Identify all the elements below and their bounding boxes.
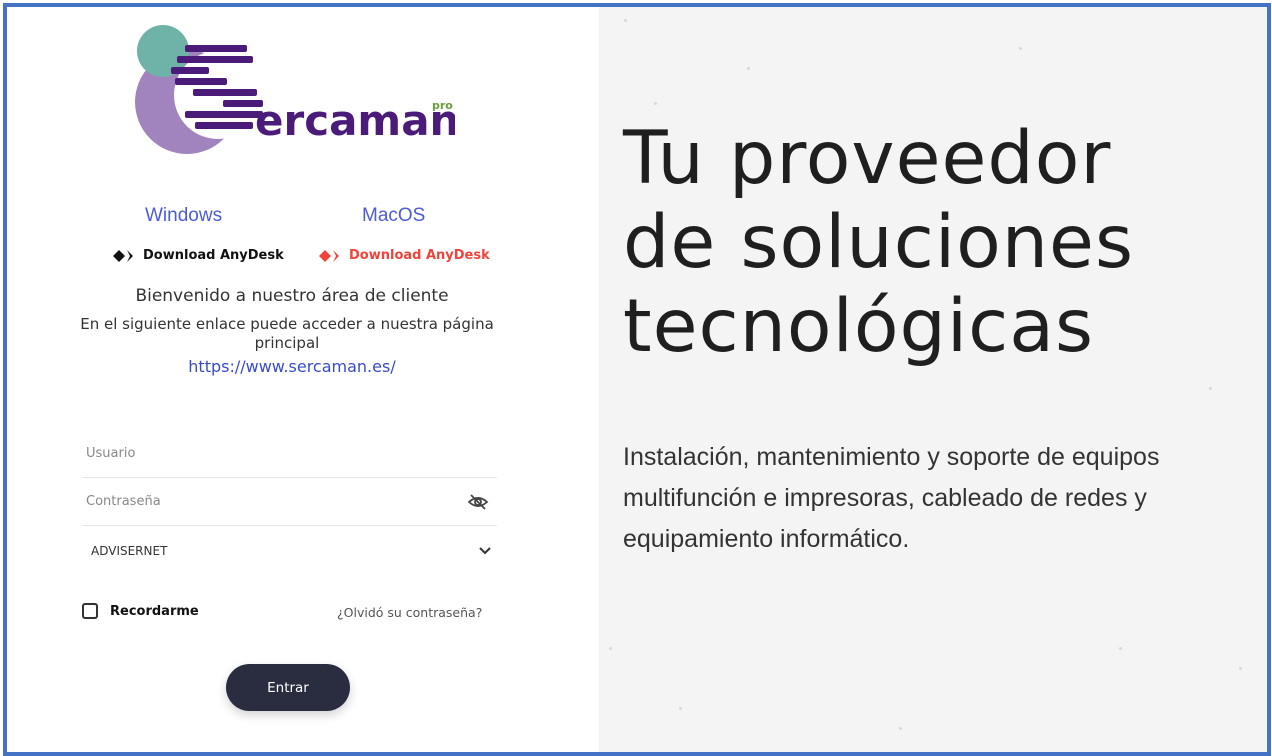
password-placeholder: Contraseña <box>86 494 161 509</box>
background-dot <box>1209 387 1212 390</box>
homepage-link[interactable]: https://www.sercaman.es/ <box>7 357 577 376</box>
background-dot <box>624 19 627 22</box>
password-input[interactable]: Contraseña <box>82 478 497 526</box>
company-selected-value: ADVISERNET <box>91 543 168 558</box>
background-dot <box>747 67 750 70</box>
chevron-down-icon <box>479 546 491 554</box>
page-frame: ercaman pro Windows MacOS Download AnyDe… <box>3 3 1271 756</box>
hero-line-3: tecnológicas <box>623 284 1095 369</box>
windows-download-text: Download AnyDesk <box>143 248 284 263</box>
background-dot <box>609 647 612 650</box>
welcome-subtitle: En el siguiente enlace puede acceder a n… <box>80 315 494 352</box>
background-dot <box>1019 47 1022 50</box>
eye-slash-icon[interactable] <box>467 493 489 510</box>
hero-line-2: de soluciones <box>623 200 1134 285</box>
background-dot <box>899 727 902 730</box>
macos-label: MacOS <box>362 205 426 226</box>
anydesk-icon <box>319 249 339 262</box>
logo-wordmark: ercaman <box>255 96 455 145</box>
background-dot <box>679 707 682 710</box>
remember-label: Recordarme <box>110 603 199 619</box>
username-input[interactable]: Usuario <box>82 430 497 478</box>
remember-checkbox[interactable] <box>82 603 98 619</box>
forgot-password-link[interactable]: ¿Olvidó su contraseña? <box>337 605 482 620</box>
login-panel: ercaman pro Windows MacOS Download AnyDe… <box>7 7 599 752</box>
windows-download-link[interactable]: Download AnyDesk <box>113 248 284 263</box>
hero-panel: Tu proveedor de soluciones tecnológicas … <box>599 7 1267 752</box>
anydesk-icon <box>113 249 133 262</box>
username-placeholder: Usuario <box>86 446 136 461</box>
background-dot <box>654 102 657 105</box>
sercaman-logo: ercaman pro <box>135 25 455 154</box>
logo-superscript: pro <box>432 99 453 112</box>
welcome-title: Bienvenido a nuestro área de cliente <box>135 286 449 306</box>
windows-label: Windows <box>145 205 223 226</box>
macos-download-link[interactable]: Download AnyDesk <box>319 248 490 263</box>
background-dot <box>1239 667 1242 670</box>
remember-me[interactable]: Recordarme <box>82 603 199 619</box>
macos-download-text: Download AnyDesk <box>349 248 490 263</box>
login-button[interactable]: Entrar <box>226 664 350 711</box>
background-dot <box>1119 647 1122 650</box>
hero-headline: Tu proveedor de soluciones tecnológicas <box>623 117 1134 369</box>
hero-description: Instalación, mantenimiento y soporte de … <box>623 443 1160 553</box>
company-select[interactable]: ADVISERNET <box>82 527 497 574</box>
hero-line-1: Tu proveedor <box>623 116 1112 201</box>
